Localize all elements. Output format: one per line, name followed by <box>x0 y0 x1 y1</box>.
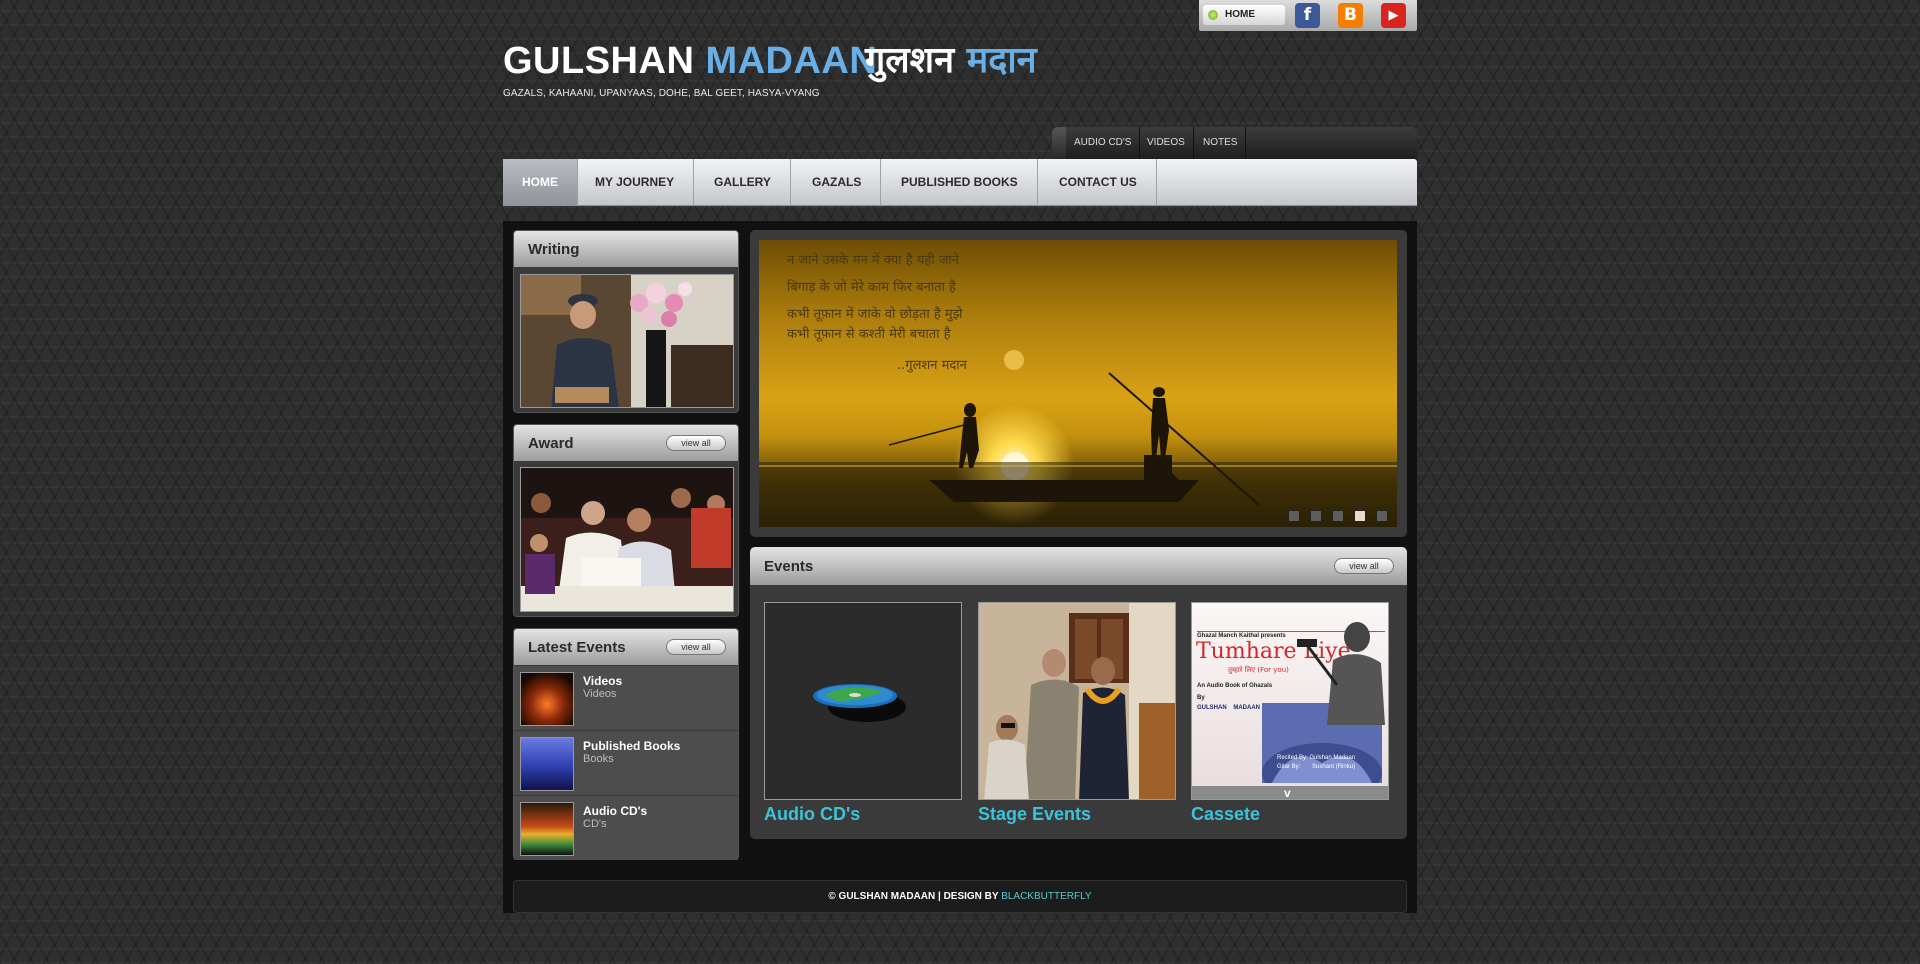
writing-panel-title: Writing <box>528 241 580 258</box>
latest-events-header: Latest Events view all <box>514 629 738 665</box>
poem-line: बिगाड़ के जो मेरे काम फिर बनाता है <box>787 280 956 295</box>
writing-panel: Writing <box>513 230 739 413</box>
event-label-cassette[interactable]: Cassete <box>1191 804 1260 825</box>
latest-events-view-all-button[interactable]: view all <box>666 639 726 655</box>
award-panel-title: Award <box>528 435 574 452</box>
poem-line: कभी तूफ़ान से कश्ती मेरी बचाता है <box>787 327 951 342</box>
cassette-singer-figure <box>1297 622 1385 725</box>
award-panel-header: Award view all <box>514 425 738 461</box>
latest-event-item[interactable]: Published Books Books <box>514 731 738 795</box>
award-photo-image <box>521 468 733 611</box>
writing-photo[interactable] <box>520 274 734 408</box>
youtube-icon[interactable]: ▶ <box>1381 3 1406 28</box>
footer-copyright: © GULSHAN MADAAN | DESIGN BY <box>828 891 1002 902</box>
poem-line: कभी तूफ़ान में जाके वो छोड़ता है मुझे <box>787 307 963 322</box>
site-footer: © GULSHAN MADAAN | DESIGN BY BLACKBUTTER… <box>513 880 1407 913</box>
blogger-icon[interactable]: B <box>1338 3 1363 28</box>
slider-dot[interactable] <box>1376 510 1388 522</box>
slider-dot[interactable] <box>1288 510 1300 522</box>
writing-panel-header: Writing <box>514 231 738 267</box>
latest-event-title: Published Books <box>583 739 681 753</box>
event-label-stage-events[interactable]: Stage Events <box>978 804 1091 825</box>
latest-events-panel: Latest Events view all Videos Videos Pub… <box>513 628 739 860</box>
events-title: Events <box>764 558 814 575</box>
nav-contact-us[interactable]: CONTACT US <box>1040 159 1157 206</box>
brand-first-name: GULSHAN <box>503 40 695 82</box>
award-panel: Award view all <box>513 424 739 617</box>
latest-event-subtitle: Videos <box>583 688 617 700</box>
nav-home[interactable]: HOME <box>503 159 578 206</box>
award-photo[interactable] <box>520 467 734 612</box>
poem-line: न जाने उसके मन में क्या है यही जाने <box>787 253 959 268</box>
nav-gallery[interactable]: GALLERY <box>695 159 791 206</box>
top-home-link[interactable]: HOME <box>1203 5 1285 25</box>
latest-event-subtitle: Books <box>583 753 614 765</box>
cassette-subtitle: तुम्हारे लिए (For you) <box>1228 666 1289 674</box>
cd-disc-icon <box>813 684 906 722</box>
chevron-down-icon[interactable]: v <box>1284 787 1291 799</box>
slider-dot[interactable] <box>1310 510 1322 522</box>
cassette-credit-recited: Recited By: Gulshan Madaan <box>1277 755 1356 761</box>
latest-event-thumb <box>520 802 574 856</box>
top-utility-bar: HOME f B ▶ <box>1199 0 1417 31</box>
stage-event-photo <box>979 603 1175 799</box>
hero-slider: न जाने उसके मन में क्या है यही जाने बिगा… <box>750 230 1407 537</box>
latest-event-thumb <box>520 672 574 726</box>
nav-my-journey[interactable]: MY JOURNEY <box>576 159 695 206</box>
subnav-audio-cds[interactable]: AUDIO CD'S <box>1066 127 1141 159</box>
writing-photo-image <box>521 275 733 407</box>
cassette-by: By <box>1197 695 1205 701</box>
event-label-audio-cds[interactable]: Audio CD's <box>764 804 860 825</box>
cassette-author: GULSHAN MADAAN <box>1197 705 1260 711</box>
subnav-videos[interactable]: VIDEOS <box>1139 127 1194 159</box>
event-card-stage-events[interactable] <box>978 602 1176 800</box>
events-view-all-button[interactable]: view all <box>1334 558 1394 574</box>
site-logo-hindi: गुलशन मदान <box>865 37 1037 85</box>
brand-hindi-first: गुलशन <box>865 40 955 81</box>
hero-slide[interactable]: न जाने उसके मन में क्या है यही जाने बिगा… <box>759 240 1397 527</box>
event-card-cassette[interactable]: Ghazal Manch Kaithal presents Tumhare Li… <box>1191 602 1389 800</box>
latest-event-thumb <box>520 737 574 791</box>
poem-signature: ..गुलशन मदान <box>897 358 967 373</box>
nav-published-books[interactable]: PUBLISHED BOOKS <box>882 159 1038 206</box>
brand-hindi-last: मदान <box>966 40 1037 81</box>
site-logo[interactable]: GULSHAN MADAAN <box>503 37 877 85</box>
top-home-label: HOME <box>1225 9 1255 20</box>
cassette-cover: Ghazal Manch Kaithal presents Tumhare Li… <box>1192 603 1388 786</box>
slider-dot[interactable] <box>1332 510 1344 522</box>
event-card-audio-cds[interactable] <box>764 602 962 800</box>
facebook-icon[interactable]: f <box>1295 3 1320 28</box>
award-view-all-button[interactable]: view all <box>666 435 726 451</box>
home-dot-icon <box>1208 10 1218 20</box>
events-panel: Events view all Audio CD's Stage Events … <box>750 547 1407 839</box>
cassette-scroll-bar[interactable]: v <box>1192 786 1388 799</box>
latest-event-title: Videos <box>583 674 623 688</box>
site-tagline: GAZALS, KAHAANI, UPANYAAS, DOHE, BAL GEE… <box>503 88 820 99</box>
slider-dot-active[interactable] <box>1354 510 1366 522</box>
brand-last-name: MADAAN <box>705 40 878 82</box>
latest-event-item[interactable]: Videos Videos <box>514 666 738 730</box>
footer-designer-link[interactable]: BLACKBUTTERFLY <box>1001 891 1091 902</box>
events-header: Events view all <box>750 547 1407 585</box>
latest-events-title: Latest Events <box>528 639 626 656</box>
nav-gazals[interactable]: GAZALS <box>793 159 882 206</box>
cassette-desc: An Audio Book of Ghazals <box>1197 683 1273 689</box>
main-nav: HOME MY JOURNEY GALLERY GAZALS PUBLISHED… <box>503 159 1417 206</box>
latest-event-title: Audio CD's <box>583 804 648 818</box>
cassette-credit-gitar: Gitar By: Sushant (Rinku) <box>1277 764 1356 770</box>
subnav-notes[interactable]: NOTES <box>1195 127 1247 159</box>
subnav-cap <box>1052 127 1066 159</box>
latest-event-item[interactable]: Audio CD's CD's <box>514 796 738 860</box>
secondary-nav: AUDIO CD'S VIDEOS NOTES <box>1052 127 1417 159</box>
latest-event-subtitle: CD's <box>583 818 607 830</box>
